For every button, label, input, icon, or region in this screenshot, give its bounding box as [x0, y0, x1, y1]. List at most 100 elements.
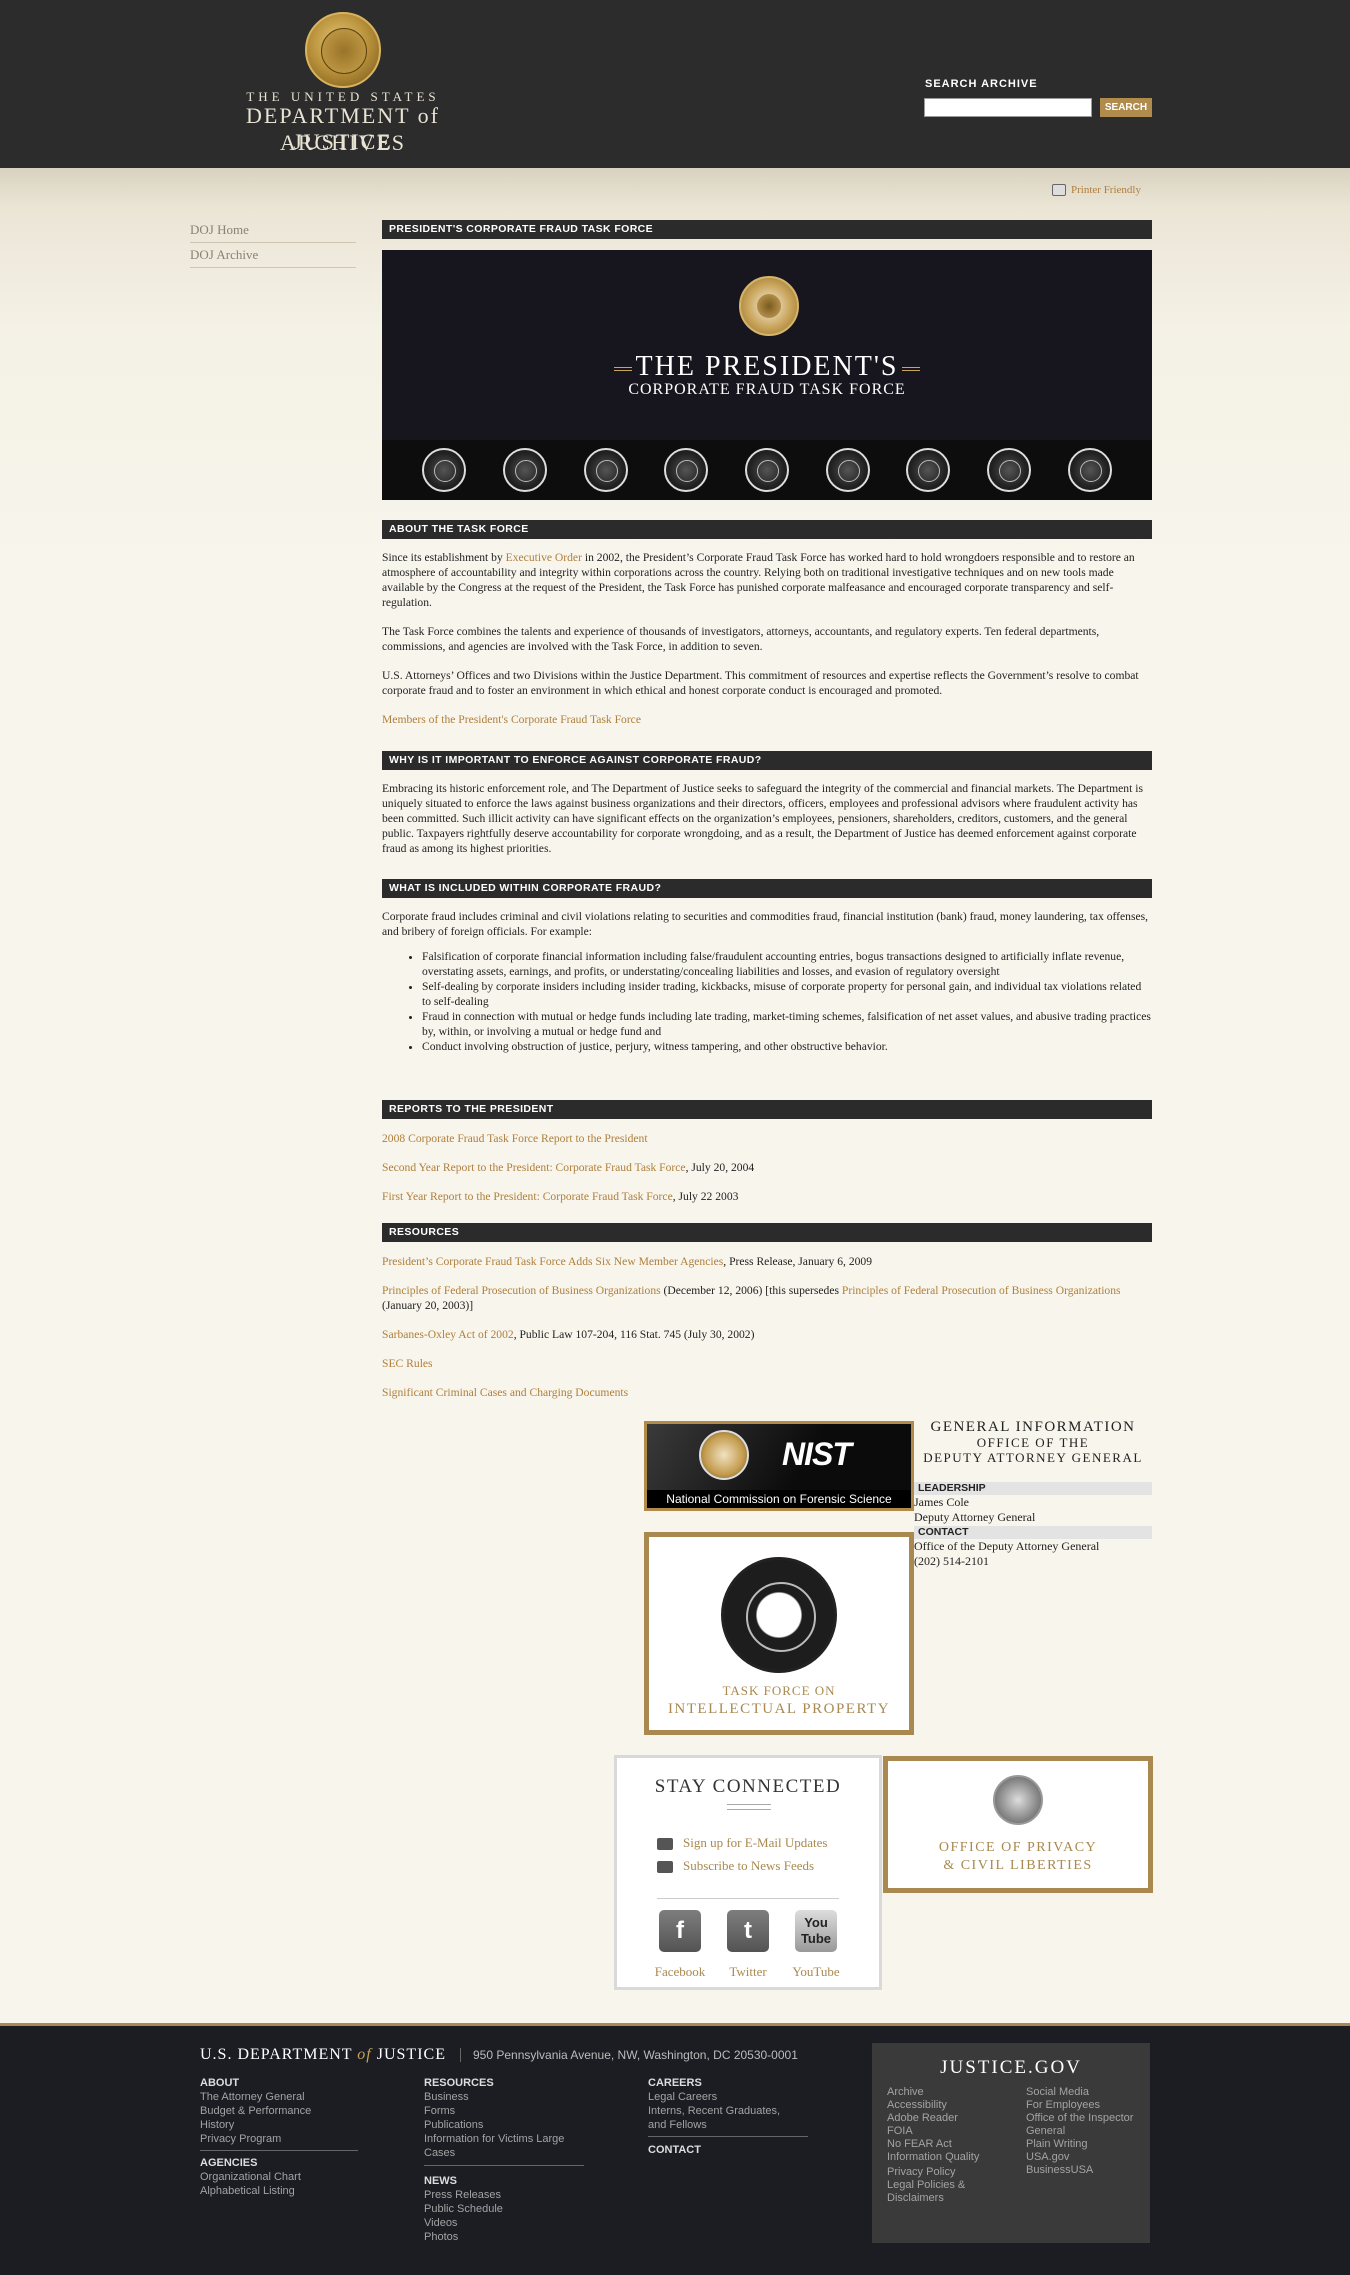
footer-link[interactable]: Photos	[424, 2230, 584, 2244]
general-info-office: OFFICE OF THE	[976, 1435, 1090, 1450]
criminal-cases-link[interactable]: Significant Criminal Cases and Charging …	[382, 1386, 628, 1399]
footer-link[interactable]: Archive	[887, 2086, 1012, 2099]
justice-gov-box: JUSTICE.GOV Archive Accessibility Adobe …	[872, 2043, 1150, 2243]
agency-seal-icon	[986, 448, 1031, 492]
resource-item: Sarbanes-Oxley Act of 2002, Public Law 1…	[382, 1328, 755, 1341]
logo-line-archives[interactable]: ARCHIVES	[195, 130, 491, 156]
page-title: PRESIDENT'S CORPORATE FRAUD TASK FORCE	[382, 220, 1152, 239]
footer-link[interactable]: Plain Writing	[1026, 2138, 1144, 2151]
printer-friendly-label: Printer Friendly	[1071, 184, 1141, 196]
executive-order-link[interactable]: Executive Order	[506, 551, 582, 564]
footer-link[interactable]: History	[200, 2118, 358, 2132]
footer-link[interactable]: Organizational Chart	[200, 2170, 358, 2184]
fraud-examples-list: Falsification of corporate financial inf…	[422, 949, 1152, 1054]
footer-careers-column: CAREERS Legal Careers Interns, Recent Gr…	[648, 2076, 808, 2157]
facebook-icon: f	[659, 1910, 701, 1952]
leader-title: Deputy Attorney General	[914, 1510, 1036, 1524]
about-heading: ABOUT THE TASK FORCE	[382, 520, 1152, 539]
press-release-link[interactable]: President’s Corporate Fraud Task Force A…	[382, 1255, 723, 1268]
footer-about-column: ABOUT The Attorney General Budget & Perf…	[200, 2076, 358, 2198]
footer-link[interactable]: Adobe Reader	[887, 2112, 1012, 2125]
footer-link[interactable]: No FEAR Act	[887, 2138, 1012, 2151]
search-input[interactable]	[924, 98, 1092, 117]
footer-link[interactable]: BusinessUSA	[1026, 2164, 1144, 2177]
youtube-icon: You Tube	[795, 1910, 837, 1952]
footer-address: 950 Pennsylvania Avenue, NW, Washington,…	[460, 2048, 798, 2062]
email-updates-link[interactable]: Sign up for E-Mail Updates	[657, 1835, 827, 1851]
twitter-link[interactable]: t Twitter	[716, 1910, 780, 1980]
footer-link[interactable]: Information Quality	[887, 2151, 1012, 2164]
iptf-line2: INTELLECTUAL PROPERTY	[667, 1701, 891, 1717]
footer-link[interactable]: Information for Victims Large Cases	[424, 2132, 574, 2160]
footer-link[interactable]: Public Schedule	[424, 2202, 584, 2216]
footer-link[interactable]: Forms	[424, 2104, 584, 2118]
report-2008-link[interactable]: 2008 Corporate Fraud Task Force Report t…	[382, 1132, 648, 1145]
footer-link[interactable]: Interns, Recent Graduates, and Fellows	[648, 2104, 788, 2132]
doj-badge-icon	[699, 1430, 749, 1480]
footer-link[interactable]: The Attorney General	[200, 2090, 358, 2104]
printer-friendly-link[interactable]: Printer Friendly	[1052, 184, 1141, 197]
justice-gov-title[interactable]: JUSTICE.GOV	[872, 2057, 1150, 2079]
justice-gov-left-links: Archive Accessibility Adobe Reader FOIA …	[887, 2086, 1012, 2205]
footer-link[interactable]: Office of the Inspector General	[1026, 2112, 1144, 2138]
general-information: GENERAL INFORMATION OFFICE OF THE DEPUTY…	[914, 1420, 1152, 1569]
principles-2006-link[interactable]: Principles of Federal Prosecution of Bus…	[382, 1284, 661, 1297]
footer-link[interactable]: Legal Policies & Disclaimers	[887, 2179, 977, 2205]
privacy-civil-liberties-promo[interactable]: OFFICE OF PRIVACY & CIVIL LIBERTIES	[883, 1756, 1153, 1893]
twitter-label: Twitter	[729, 1964, 767, 1979]
nist-forensic-science-promo[interactable]: NIST National Commission on Forensic Sci…	[644, 1421, 914, 1511]
footer-link[interactable]: Alphabetical Listing	[200, 2184, 358, 2198]
resource-item: President’s Corporate Fraud Task Force A…	[382, 1255, 873, 1268]
footer-link[interactable]: Legal Careers	[648, 2090, 808, 2104]
footer-link[interactable]: Publications	[424, 2118, 584, 2132]
footer-resources-heading[interactable]: RESOURCES	[424, 2076, 584, 2090]
footer-link[interactable]: Privacy Policy	[887, 2166, 1012, 2179]
footer-link[interactable]: Budget & Performance	[200, 2104, 358, 2118]
footer-news-heading[interactable]: NEWS	[424, 2174, 584, 2188]
doj-seal-icon[interactable]	[305, 12, 381, 88]
members-link[interactable]: Members of the President's Corporate Fra…	[382, 713, 641, 726]
footer-link[interactable]: Videos	[424, 2216, 584, 2230]
youtube-link[interactable]: You Tube YouTube	[784, 1910, 848, 1980]
privacy-line2: & CIVIL LIBERTIES	[943, 1858, 1093, 1873]
what-section: WHAT IS INCLUDED WITHIN CORPORATE FRAUD?…	[382, 879, 1152, 1054]
sarbanes-oxley-link[interactable]: Sarbanes-Oxley Act of 2002	[382, 1328, 514, 1341]
report-second-year: Second Year Report to the President: Cor…	[382, 1161, 755, 1174]
sidebar-item-doj-archive[interactable]: DOJ Archive	[190, 243, 356, 268]
why-paragraph: Embracing its historic enforcement role,…	[382, 782, 1143, 855]
resources-section: RESOURCES President’s Corporate Fraud Ta…	[382, 1223, 1152, 1400]
footer-link[interactable]: Accessibility	[887, 2099, 1012, 2112]
search-button[interactable]: SEARCH	[1100, 98, 1152, 117]
report-second-year-link[interactable]: Second Year Report to the President: Cor…	[382, 1161, 686, 1174]
page-title-section: PRESIDENT'S CORPORATE FRAUD TASK FORCE	[382, 220, 1152, 239]
footer-link[interactable]: FOIA	[887, 2125, 1012, 2138]
principles-2003-link[interactable]: Principles of Federal Prosecution of Bus…	[842, 1284, 1121, 1297]
footer-careers-heading[interactable]: CAREERS	[648, 2076, 808, 2090]
youtube-label: YouTube	[792, 1964, 840, 1979]
footer-link[interactable]: Privacy Program	[200, 2132, 358, 2146]
divider	[424, 2165, 584, 2166]
report-first-year-link[interactable]: First Year Report to the President: Corp…	[382, 1190, 673, 1203]
about-section: ABOUT THE TASK FORCE Since its establish…	[382, 520, 1152, 727]
facebook-label: Facebook	[654, 1964, 706, 1979]
agency-seal-icon	[422, 448, 467, 492]
footer-agencies-heading[interactable]: AGENCIES	[200, 2156, 358, 2170]
footer-link[interactable]: Press Releases	[424, 2188, 584, 2202]
footer-link[interactable]: Social Media	[1026, 2086, 1144, 2099]
why-section: WHY IS IT IMPORTANT TO ENFORCE AGAINST C…	[382, 751, 1152, 856]
sec-rules-link[interactable]: SEC Rules	[382, 1357, 433, 1370]
footer-link[interactable]: Business	[424, 2090, 584, 2104]
footer-contact-heading[interactable]: CONTACT	[648, 2143, 808, 2157]
news-feeds-link[interactable]: Subscribe to News Feeds	[657, 1858, 814, 1874]
footer-link[interactable]: For Employees	[1026, 2099, 1144, 2112]
stay-connected-box: STAY CONNECTED Sign up for E-Mail Update…	[614, 1755, 882, 1990]
sidebar-item-doj-home[interactable]: DOJ Home	[190, 218, 356, 243]
doj-seal-icon	[993, 1775, 1043, 1825]
ip-task-force-promo[interactable]: TASK FORCE ON INTELLECTUAL PROPERTY	[644, 1532, 914, 1735]
footer-logo[interactable]: U.S. DEPARTMENT of JUSTICE	[200, 2046, 446, 2064]
facebook-link[interactable]: f Facebook	[648, 1910, 712, 1980]
footer-link[interactable]: USA.gov	[1026, 2151, 1144, 2164]
about-paragraph-1: Since its establishment by Executive Ord…	[382, 551, 1135, 609]
nist-banner: NIST	[647, 1424, 911, 1490]
footer-about-heading[interactable]: ABOUT	[200, 2076, 358, 2090]
